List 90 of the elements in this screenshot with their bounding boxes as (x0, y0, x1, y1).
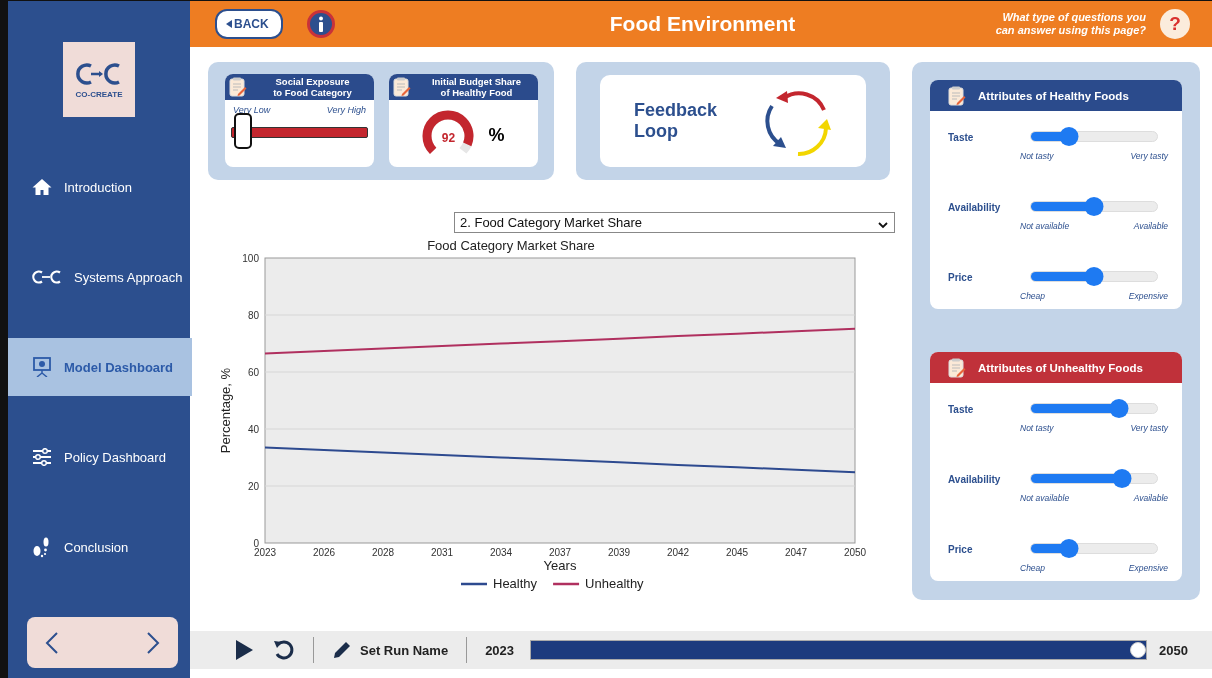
legend-label: Healthy (493, 576, 538, 591)
card-title: Attributes of Healthy Foods (978, 89, 1129, 102)
sliders-icon (32, 448, 52, 466)
nav-item[interactable]: Policy Dashboard (8, 412, 192, 502)
axis-tick-label: 20 (247, 481, 259, 492)
axis-tick-label: 2026 (312, 547, 336, 558)
presentation-board-icon (32, 357, 52, 377)
axis-tick-label: 40 (247, 424, 259, 435)
chevron-right-icon[interactable] (145, 631, 160, 654)
min-label: Not available (1020, 221, 1070, 231)
nav-item[interactable]: Introduction (8, 142, 192, 232)
legend-swatch (461, 582, 487, 586)
slider-label: Availability (948, 201, 1002, 215)
axis-tick-label: 2039 (607, 547, 631, 558)
slider-thumb[interactable] (1059, 127, 1079, 146)
slider-label: Taste (948, 403, 975, 417)
logo-icon (32, 270, 62, 284)
min-label: Not tasty (1020, 151, 1054, 161)
max-label: Available (1133, 221, 1168, 231)
chevron-down-icon (878, 221, 888, 229)
card-title: Initial Budget Share of Healthy Food (430, 76, 523, 98)
min-label: Cheap (1020, 291, 1046, 301)
axis-tick-label: 2031 (430, 547, 454, 558)
max-label: Expensive (1128, 563, 1168, 573)
min-label: Cheap (1020, 563, 1046, 573)
chart-select[interactable]: 2. Food Category Market Share (454, 212, 895, 233)
axis-tick-label: 2028 (371, 547, 395, 558)
min-label: Not available (1020, 493, 1070, 503)
feedback-loop-label: Feedback Loop (634, 100, 718, 142)
logo-text: CO-CREATE (75, 89, 123, 99)
slider-label: Availability (948, 473, 1002, 487)
axis-title: Percentage, % (218, 367, 233, 454)
logo-icon (75, 60, 123, 87)
axis-tick-label: 2045 (725, 547, 749, 558)
help-prompt: What type of questions you can answer using this page? (995, 11, 1146, 37)
slider-thumb[interactable] (1084, 267, 1104, 286)
legend-swatch (553, 582, 580, 586)
min-label: Very Low (233, 105, 271, 115)
play-icon[interactable] (235, 640, 253, 660)
back-button[interactable]: BACK (215, 9, 283, 39)
slider-thumb[interactable] (1112, 469, 1132, 488)
notepad-icon (229, 77, 247, 97)
nav-item[interactable]: Model Dashboard (8, 338, 192, 396)
info-icon[interactable] (306, 10, 335, 38)
notepad-icon (948, 85, 966, 106)
home-icon (32, 178, 52, 196)
slider-thumb[interactable] (1059, 539, 1079, 558)
reset-icon[interactable] (273, 639, 295, 661)
axis-tick-label: 80 (247, 310, 259, 321)
start-year: 2023 (485, 642, 515, 658)
slider-thumb[interactable] (233, 113, 252, 149)
max-label: Very tasty (1130, 423, 1168, 433)
max-label: Available (1133, 493, 1168, 503)
axis-tick-label: 2034 (489, 547, 513, 558)
min-label: Not tasty (1020, 423, 1054, 433)
unit-label: % (488, 125, 505, 146)
chart-title: Food Category Market Share (427, 238, 595, 253)
set-run-name-button[interactable]: Set Run Name (332, 640, 449, 660)
nav-item[interactable]: Conclusion (8, 502, 192, 592)
axis-tick-label: 100 (242, 253, 259, 264)
triangle-left-icon (226, 20, 232, 28)
legend-label: Unhealthy (585, 576, 644, 591)
end-year: 2050 (1159, 642, 1188, 658)
axis-tick-label: 2037 (548, 547, 572, 558)
slider-label: Price (948, 543, 974, 557)
pencil-icon (332, 640, 352, 660)
slider-label: Taste (948, 131, 975, 145)
axis-tick-label: 2023 (253, 547, 277, 558)
page-title: Food Environment (609, 12, 796, 36)
notepad-icon (948, 357, 966, 378)
max-label: Very High (326, 105, 366, 115)
slider-thumb[interactable] (1084, 197, 1104, 216)
axis-tick-label: 0 (253, 538, 259, 549)
max-label: Expensive (1128, 291, 1168, 301)
notepad-icon (393, 77, 411, 97)
card-title: Social Exposure to Food Category (272, 76, 353, 98)
axis-tick-label: 2042 (666, 547, 690, 558)
slider-label: Price (948, 271, 974, 285)
slider-thumb[interactable] (1109, 399, 1129, 418)
card-title: Attributes of Unhealthy Foods (978, 361, 1143, 374)
nav-item[interactable]: Systems Approach (8, 232, 192, 322)
chevron-left-icon[interactable] (44, 631, 59, 654)
axis-tick-label: 2047 (784, 547, 808, 558)
help-button[interactable]: ? (1160, 9, 1190, 39)
axis-tick-label: 2050 (843, 547, 867, 558)
max-label: Very tasty (1130, 151, 1168, 161)
axis-tick-label: 60 (247, 367, 259, 378)
feedback-loop-card[interactable]: Feedback Loop (600, 75, 866, 167)
axis-title: Years (543, 558, 577, 573)
gauge-value: 92 (440, 130, 457, 145)
